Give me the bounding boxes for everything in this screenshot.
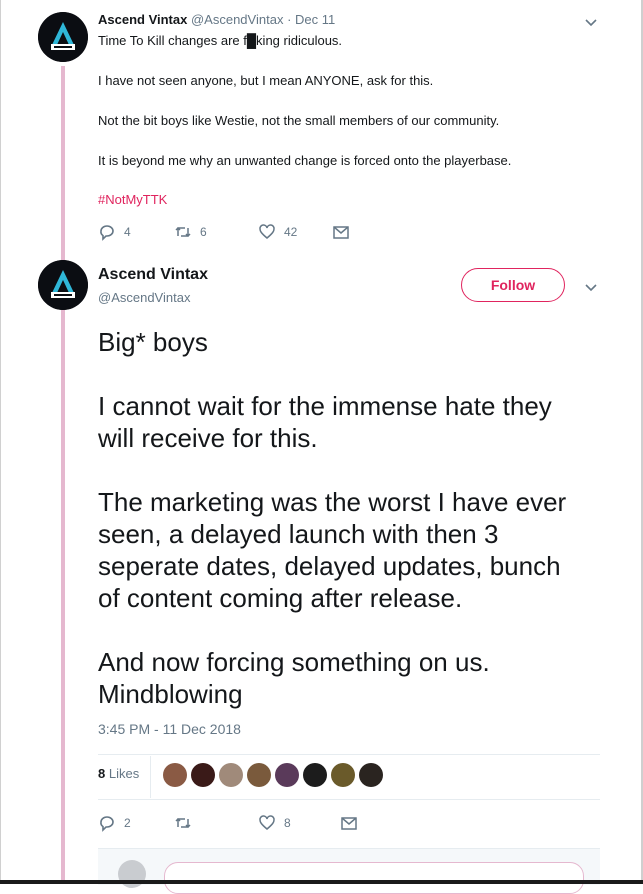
tweet-date[interactable]: · Dec 11	[287, 12, 335, 27]
liker-avatar[interactable]	[359, 763, 383, 787]
tweet-text-line: I cannot wait for the immense hate they	[98, 391, 552, 421]
retweet-count: 6	[200, 225, 207, 239]
tweet-timestamp[interactable]: 3:45 PM - 11 Dec 2018	[98, 721, 241, 737]
liker-avatar[interactable]	[303, 763, 327, 787]
divider	[98, 754, 600, 755]
retweet-icon	[175, 226, 191, 238]
direct-message-button[interactable]	[332, 223, 350, 241]
tweet-text-line: seperate dates, delayed updates, bunch	[98, 551, 561, 581]
author-handle[interactable]: @AscendVintax	[98, 290, 190, 305]
divider	[98, 799, 600, 800]
tweet-actions: 4 6 42	[98, 223, 350, 241]
ascend-logo-icon	[38, 260, 88, 310]
tweet-text-line: It is beyond me why an unwanted change i…	[98, 153, 512, 168]
window-left-edge	[0, 0, 1, 884]
like-button[interactable]: 8	[258, 814, 340, 832]
likes-label: Likes	[108, 766, 140, 781]
tweet-text-line: Mindblowing	[98, 679, 243, 709]
follow-button[interactable]: Follow	[461, 268, 565, 302]
retweet-icon	[175, 817, 191, 829]
liker-avatar[interactable]	[247, 763, 271, 787]
thread-connector-line	[61, 66, 65, 884]
reply-icon	[100, 816, 114, 832]
reply-button[interactable]: 2	[98, 814, 174, 832]
liker-avatar[interactable]	[191, 763, 215, 787]
author-name[interactable]: Ascend Vintax	[98, 266, 208, 284]
tweet-text-line: Big* boys	[98, 327, 208, 357]
reply-button[interactable]: 4	[98, 223, 174, 241]
tweet-text-line: And now forcing something on us.	[98, 647, 490, 677]
liker-avatar[interactable]	[219, 763, 243, 787]
retweet-button[interactable]	[174, 814, 258, 832]
envelope-icon	[341, 817, 357, 830]
tweet-text-line: of content coming after release.	[98, 583, 463, 613]
window-bottom-edge	[0, 880, 643, 884]
direct-message-button[interactable]	[340, 814, 358, 832]
author-handle[interactable]: @AscendVintax	[191, 12, 283, 27]
likes-count: 8	[98, 766, 106, 781]
reply-count: 4	[124, 225, 131, 239]
reply-input[interactable]	[164, 862, 584, 894]
tweet-text-line: Not the bit boys like Westie, not the sm…	[98, 113, 500, 128]
ascend-logo-icon	[38, 12, 88, 62]
divider	[150, 756, 151, 798]
tweet-text-line: seen, a delayed launch with then 3	[98, 519, 499, 549]
author-name[interactable]: Ascend Vintax	[98, 12, 187, 27]
tweet-text-line: I have not seen anyone, but I mean ANYON…	[98, 73, 434, 88]
hashtag-link[interactable]: #NotMyTTK	[98, 192, 167, 207]
avatar[interactable]	[38, 260, 88, 310]
heart-icon	[259, 224, 275, 239]
tweet-actions: 2 8	[98, 814, 358, 832]
chevron-down-icon[interactable]	[584, 280, 598, 294]
tweet-text-line: The marketing was the worst I have ever	[98, 487, 567, 517]
retweet-button[interactable]: 6	[174, 223, 258, 241]
like-count: 8	[284, 816, 291, 830]
liker-avatar[interactable]	[275, 763, 299, 787]
likes-summary[interactable]: 8 Likes	[98, 766, 139, 781]
tweet-header: Ascend Vintax @AscendVintax · Dec 11	[98, 12, 335, 27]
envelope-icon	[333, 226, 349, 239]
tweet-text-line: Time To Kill changes are f█king ridiculo…	[98, 33, 343, 48]
like-count: 42	[284, 225, 298, 239]
like-button[interactable]: 42	[258, 223, 332, 241]
liker-avatar[interactable]	[331, 763, 355, 787]
reply-count: 2	[124, 816, 131, 830]
tweet-text-line: will receive for this.	[98, 423, 318, 453]
avatar[interactable]	[38, 12, 88, 62]
liker-avatar[interactable]	[163, 763, 187, 787]
reply-icon	[100, 225, 114, 241]
chevron-down-icon[interactable]	[584, 15, 598, 29]
heart-icon	[259, 815, 275, 830]
